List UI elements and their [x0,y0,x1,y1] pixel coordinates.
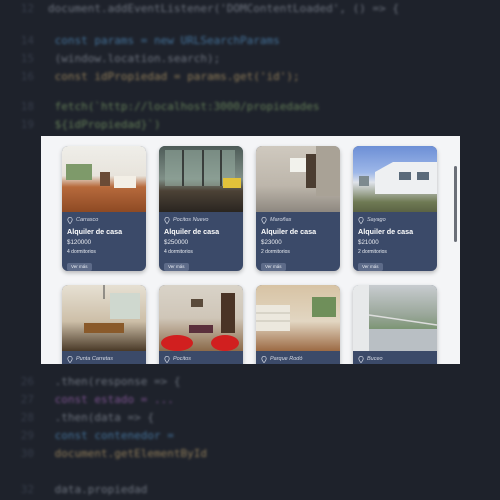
ver-mas-button[interactable]: Ver más [358,263,383,271]
code-line: 32 data.propiedad [20,483,148,496]
listing-price: $120000 [67,239,92,246]
listing-price: $21000 [358,239,379,246]
code-line: 12 document.addEventListener('DOMContentL… [20,2,399,15]
property-photo [353,285,437,351]
listing-rooms: 2 dormitorios [261,249,290,255]
property-card[interactable]: Carrasco Alquiler de casa $120000 4 dorm… [62,146,146,271]
property-photo [159,285,243,351]
location-pin-icon [261,216,267,224]
property-card[interactable]: Sayago Alquiler de casa $21000 2 dormito… [353,146,437,271]
property-photo [159,146,243,212]
property-photo [256,146,340,212]
location-pin-icon [67,355,73,363]
property-photo [62,146,146,212]
listing-title: Alquiler de casa [358,227,414,236]
location-label: Maroñas [270,217,292,223]
listing-title: Alquiler de casa [164,227,220,236]
location: Buceo [358,355,432,363]
location: Parque Rodó [261,355,335,363]
property-card[interactable]: Pocitos [159,285,243,364]
listing-rooms: 4 dormitorios [164,249,193,255]
code-line: 19 ${idPropiedad}`) [20,118,161,131]
property-card[interactable]: Buceo [353,285,437,364]
location: Pocitos Nuevo [164,216,238,224]
location-label: Sayago [367,217,386,223]
property-photo [353,146,437,212]
location-label: Pocitos Nuevo [173,217,209,223]
listing-title: Alquiler de casa [261,227,317,236]
location-pin-icon [67,216,73,224]
property-card[interactable]: Punta Carretas [62,285,146,364]
browser-viewport: Carrasco Alquiler de casa $120000 4 dorm… [41,136,460,364]
ver-mas-button[interactable]: Ver más [164,263,189,271]
code-line: 27 const estado = ... [20,393,174,406]
ver-mas-button[interactable]: Ver más [67,263,92,271]
scrollbar[interactable] [454,166,457,242]
listing-price: $250000 [164,239,189,246]
listing-rooms: 2 dormitorios [358,249,387,255]
location-label: Carrasco [76,217,99,223]
ver-mas-button[interactable]: Ver más [261,263,286,271]
location: Sayago [358,216,432,224]
property-card[interactable]: Maroñas Alquiler de casa $23000 2 dormit… [256,146,340,271]
location: Maroñas [261,216,335,224]
code-line: 30 document.getElementById [20,447,207,460]
location-label: Parque Rodó [270,356,303,362]
code-line: 29 const contenedor = [20,429,174,442]
code-line: 15 (window.location.search); [20,52,221,65]
code-line: 16 const idPropiedad = params.get('id'); [20,70,300,83]
code-line: 28 .then(data => { [20,411,154,424]
location: Pocitos [164,355,238,363]
location: Carrasco [67,216,141,224]
listing-rooms: 4 dormitorios [67,249,96,255]
property-photo [256,285,340,351]
listing-title: Alquiler de casa [67,227,123,236]
location-pin-icon [358,355,364,363]
location-pin-icon [261,355,267,363]
location-label: Buceo [367,356,383,362]
property-card[interactable]: Parque Rodó [256,285,340,364]
code-line: 26 .then(response => { [20,375,181,388]
location-pin-icon [164,355,170,363]
code-line: 14 const params = new URLSearchParams [20,34,280,47]
code-line: 18 fetch(`http://localhost:3000/propieda… [20,100,320,113]
location-label: Pocitos [173,356,192,362]
property-card[interactable]: Pocitos Nuevo Alquiler de casa $250000 4… [159,146,243,271]
location-label: Punta Carretas [76,356,113,362]
listing-price: $23000 [261,239,282,246]
location-pin-icon [164,216,170,224]
listings-grid: Carrasco Alquiler de casa $120000 4 dorm… [62,146,437,364]
location: Punta Carretas [67,355,141,363]
location-pin-icon [358,216,364,224]
property-photo [62,285,146,351]
